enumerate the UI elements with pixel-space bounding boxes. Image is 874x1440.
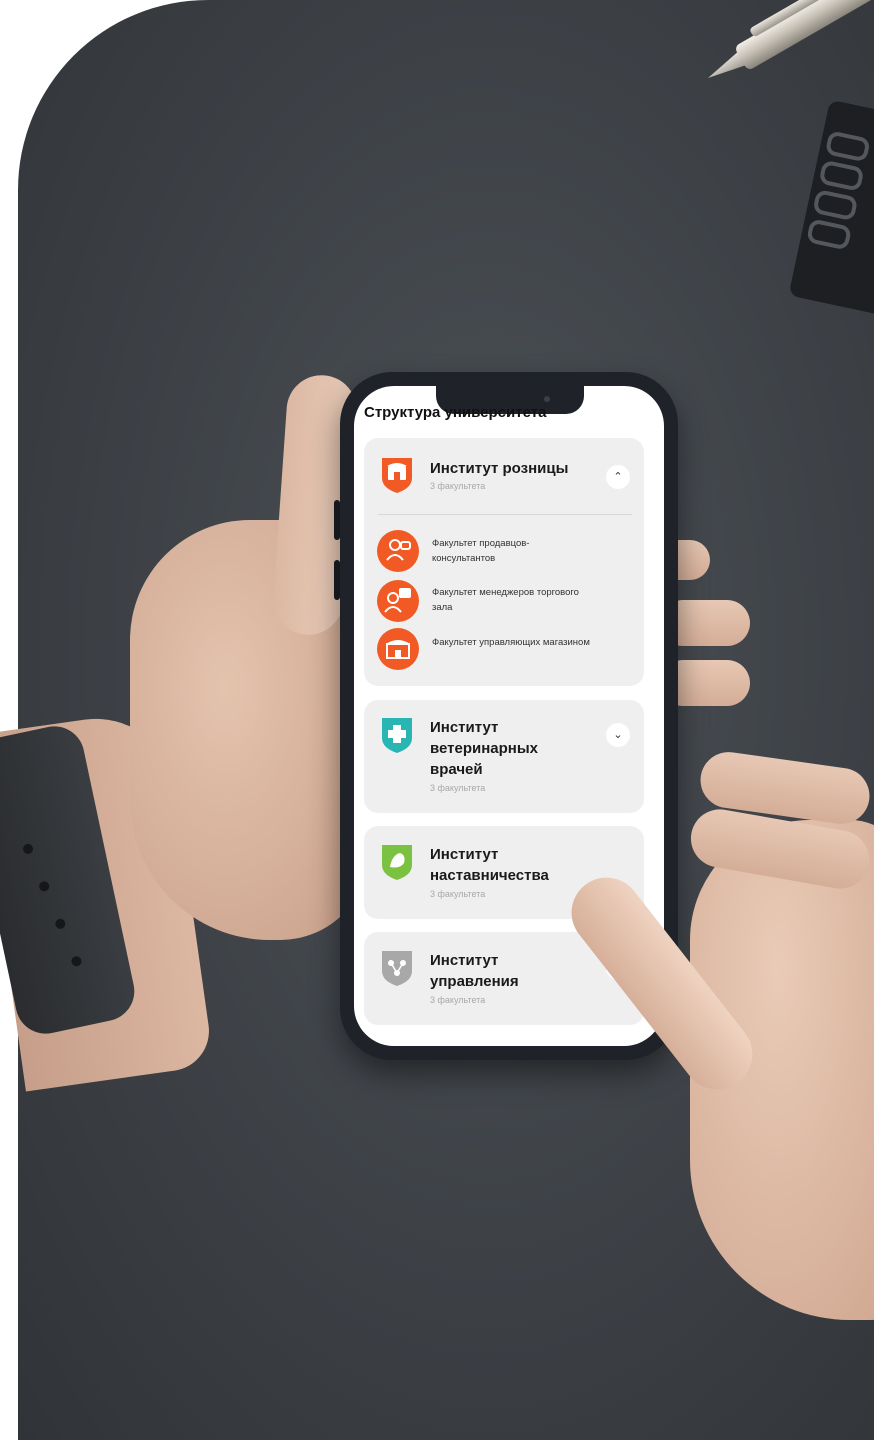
faculty-item-store-managers[interactable]: Факультет управляющих магазином (432, 635, 592, 650)
camera-dot (544, 396, 550, 402)
institute-title: Институт ветеринарных врачей (430, 719, 539, 778)
vet-cross-shield-icon (382, 718, 412, 753)
institute-subtitle: 3 факультета (430, 783, 486, 793)
collapse-button[interactable]: ⌃ (606, 465, 630, 489)
institute-subtitle: 3 факультета (430, 995, 486, 1005)
divider (378, 514, 632, 515)
institute-subtitle: 3 факультета (430, 481, 486, 491)
management-shield-icon (382, 951, 412, 986)
chevron-up-icon: ⌃ (613, 471, 623, 483)
store-icon (377, 628, 419, 670)
pen-prop (699, 0, 874, 94)
phone-button (334, 500, 340, 540)
institute-title: Институт розницы (430, 460, 569, 477)
institute-title: Институт наставничества (430, 846, 549, 884)
faculty-item-managers[interactable]: Факультет менеджеров торгового зала (432, 585, 592, 615)
institute-title: Институт управления (430, 952, 519, 990)
notebook-prop (788, 99, 874, 321)
consultant-icon (377, 530, 419, 572)
institute-subtitle: 3 факультета (430, 889, 486, 899)
chevron-down-icon: ⌄ (613, 729, 623, 741)
manager-icon (377, 580, 419, 622)
expand-button[interactable]: ⌄ (606, 723, 630, 747)
faculty-item-consultants[interactable]: Факультет продавцов-консультантов (432, 536, 592, 566)
phone-button (334, 560, 340, 600)
shop-shield-icon (382, 458, 412, 493)
mentor-bird-shield-icon (382, 845, 412, 880)
page-title: Структура университета (364, 404, 547, 421)
